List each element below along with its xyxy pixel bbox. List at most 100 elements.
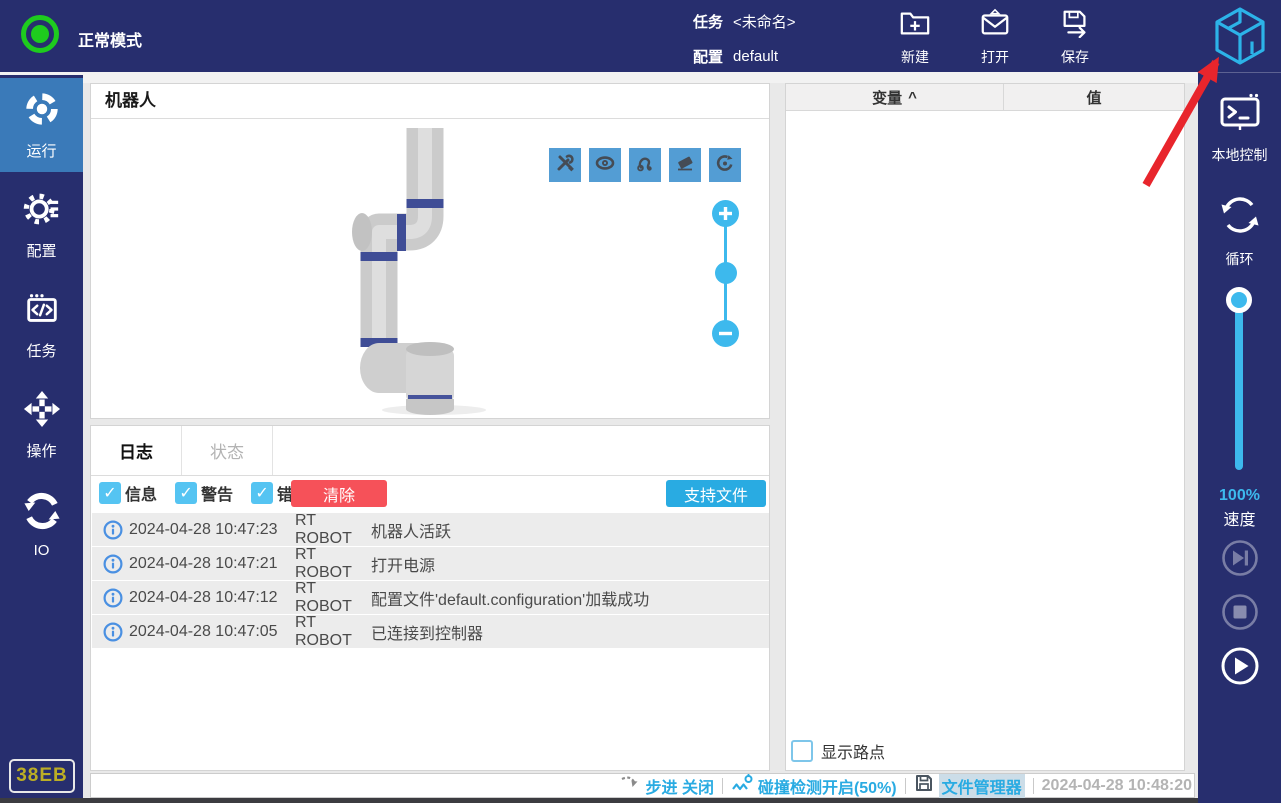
zoom-slider-handle[interactable] [715, 262, 737, 284]
checkbox-info[interactable]: ✓ [99, 482, 121, 504]
new-folder-icon [899, 8, 931, 43]
log-message: 配置文件'default.configuration'加载成功 [371, 591, 650, 609]
io-swap-icon [23, 492, 61, 535]
trajectory-icon [635, 153, 655, 178]
speed-slider-handle[interactable] [1226, 287, 1252, 313]
sidebar-item-task[interactable]: 任务 [0, 278, 83, 372]
loop-button[interactable]: 循环 [1198, 192, 1281, 269]
log-message: 已连接到控制器 [371, 625, 484, 643]
log-source: RT ROBOT [295, 613, 352, 649]
info-icon [103, 622, 123, 642]
checkbox-warning[interactable]: ✓ [175, 482, 198, 504]
file-manager-label: 文件管理器 [938, 773, 1025, 798]
statusbar-datetime: 2024-04-28 10:48:20 [1041, 776, 1192, 794]
tab-status[interactable]: 状态 [182, 426, 273, 475]
save-task-label: 保存 [1061, 49, 1089, 65]
bottom-edge [0, 798, 1198, 803]
robot-view-panel: 机器人 [90, 83, 770, 419]
sidebar-item-run[interactable]: 运行 [0, 78, 83, 172]
step-icon [619, 773, 641, 798]
speed-slider-track[interactable] [1235, 300, 1243, 470]
visibility-button[interactable] [589, 148, 621, 182]
code-window-icon [23, 290, 61, 333]
collision-icon [731, 773, 753, 798]
mode-status-indicator [21, 15, 59, 53]
open-task-button[interactable]: 打开 [960, 8, 1030, 67]
info-icon [103, 554, 123, 574]
play-button[interactable] [1220, 646, 1260, 686]
app-logo-cube-icon[interactable] [1212, 6, 1268, 71]
sidebar-item-config-label: 配置 [26, 242, 57, 260]
variable-column-header[interactable]: 变量 ^ [786, 84, 1003, 110]
variables-panel: 变量 ^ 值 显示路点 [785, 83, 1185, 771]
info-icon [103, 520, 123, 540]
sidebar-item-operate-label: 操作 [26, 442, 57, 460]
zoom-in-button[interactable] [712, 200, 739, 227]
task-label: 任务 [693, 14, 724, 31]
eraser-button[interactable] [669, 148, 701, 182]
log-time: 2024-04-28 10:47:05 [129, 622, 278, 640]
sort-asc-icon: ^ [908, 88, 917, 106]
tools-icon [555, 153, 575, 178]
new-task-button[interactable]: 新建 [880, 8, 950, 67]
status-bar: 步进 关闭 碰撞检测开启(50%) 文件管理器 2024-04-28 10:48… [90, 773, 1195, 798]
plus-icon [719, 207, 732, 220]
filter-warning-label: 警告 [201, 487, 234, 504]
log-time: 2024-04-28 10:47:21 [129, 554, 278, 572]
value-column-header[interactable]: 值 [1003, 84, 1184, 110]
loop-label: 循环 [1225, 251, 1254, 267]
speed-percent: 100% [1219, 487, 1260, 504]
log-panel: 日志 状态 ✓ 信息 ✓ 警告 ✓ 错误 清除 支持文件 2024-04-28 … [90, 425, 770, 771]
sidebar-item-io-label: IO [33, 541, 50, 559]
log-time: 2024-04-28 10:47:23 [129, 520, 278, 538]
log-source: RT ROBOT [295, 511, 352, 547]
sidebar-item-operate[interactable]: 操作 [0, 378, 83, 472]
top-bar: 正常模式 任务 <未命名> 配置 default 新建 打开 保存 [0, 0, 1281, 72]
checkbox-error[interactable]: ✓ [251, 482, 274, 504]
support-files-button[interactable]: 支持文件 [666, 480, 766, 507]
log-time: 2024-04-28 10:47:12 [129, 588, 278, 606]
step-forward-button[interactable] [1220, 538, 1260, 578]
file-manager-button[interactable]: 文件管理器 [914, 773, 1025, 798]
tools-button[interactable] [549, 148, 581, 182]
checkbox-show-waypoints[interactable] [791, 740, 813, 762]
right-sidebar-divider [1198, 72, 1281, 73]
variable-column-label: 变量 [872, 89, 903, 107]
sidebar-item-io[interactable]: IO [0, 478, 83, 572]
log-row[interactable]: 2024-04-28 10:47:23 RT ROBOT 机器人活跃 [92, 511, 769, 547]
open-envelope-icon [979, 8, 1011, 43]
config-value: default [733, 48, 779, 65]
save-task-button[interactable]: 保存 [1040, 8, 1110, 67]
log-row[interactable]: 2024-04-28 10:47:05 RT ROBOT 已连接到控制器 [92, 613, 769, 649]
collision-status-label: 碰撞检测开启(50%) [757, 779, 897, 797]
variables-header: 变量 ^ 值 [786, 84, 1184, 111]
rotate-icon [715, 153, 735, 178]
step-mode-status[interactable]: 步进 关闭 [619, 773, 714, 798]
local-control-label: 本地控制 [1211, 147, 1268, 163]
tab-log[interactable]: 日志 [91, 426, 182, 475]
zoom-out-button[interactable] [712, 320, 739, 347]
statusbar-separator [904, 777, 906, 794]
stop-button[interactable] [1220, 592, 1260, 632]
config-row: 配置 default [693, 46, 778, 67]
log-row[interactable]: 2024-04-28 10:47:12 RT ROBOT 配置文件'defaul… [92, 580, 769, 615]
collision-status[interactable]: 碰撞检测开启(50%) [731, 773, 897, 798]
log-list: 2024-04-28 10:47:23 RT ROBOT 机器人活跃 2024-… [92, 511, 769, 649]
eye-icon [595, 153, 615, 178]
sidebar-item-run-label: 运行 [26, 142, 57, 160]
top-actions: 新建 打开 保存 [880, 8, 1110, 67]
save-icon [1059, 8, 1091, 43]
show-waypoints-label: 显示路点 [821, 745, 886, 762]
local-control-button[interactable]: 本地控制 [1198, 92, 1281, 165]
statusbar-separator [721, 777, 723, 794]
log-row[interactable]: 2024-04-28 10:47:21 RT ROBOT 打开电源 [92, 546, 769, 581]
loop-icon [1217, 192, 1263, 243]
sidebar-item-config[interactable]: 配置 [0, 178, 83, 272]
rotate-view-button[interactable] [709, 148, 741, 182]
clear-log-button[interactable]: 清除 [291, 480, 387, 507]
robot-view-toolbar [549, 148, 741, 182]
log-message: 打开电源 [371, 557, 436, 575]
robot-3d-view[interactable] [336, 116, 536, 421]
terminal-icon [1218, 92, 1262, 139]
trajectory-button[interactable] [629, 148, 661, 182]
